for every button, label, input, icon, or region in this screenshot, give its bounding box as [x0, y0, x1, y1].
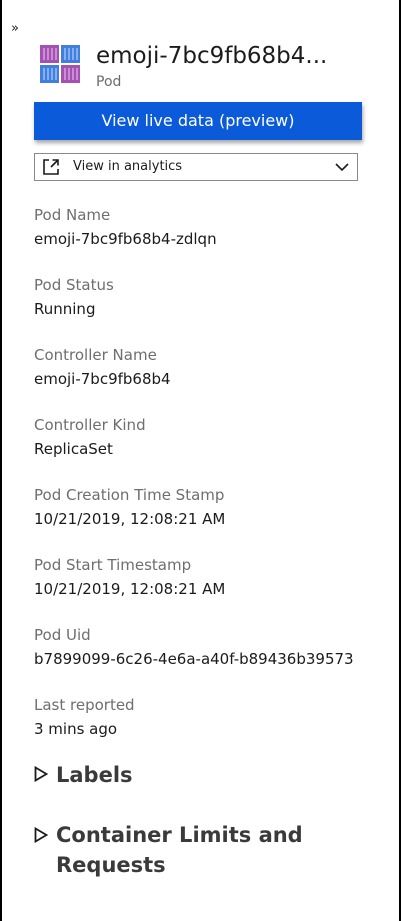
property-value: 3 mins ago — [34, 720, 118, 738]
view-live-data-button[interactable]: View live data (preview) — [34, 102, 362, 140]
property-value: emoji-7bc9fb68b4 — [34, 370, 171, 388]
container-limits-section-title: Container Limits and Requests — [56, 823, 303, 877]
property-label: Last reported — [34, 696, 135, 714]
collapse-panel-button[interactable]: » — [11, 22, 19, 35]
property-value: 10/21/2019, 12:08:21 AM — [34, 580, 226, 598]
property-value: 10/21/2019, 12:08:21 AM — [34, 510, 226, 528]
property-label: Pod Creation Time Stamp — [34, 486, 225, 504]
property-label: Controller Name — [34, 346, 157, 364]
property-label: Pod Status — [34, 276, 114, 294]
property-value: emoji-7bc9fb68b4-zdlqn — [34, 230, 217, 248]
expand-triangle-icon — [34, 827, 48, 843]
panel-title: emoji-7bc9fb68b4... — [96, 43, 328, 69]
details-panel: » emoji-7bc9fb68b4... Pod View live data… — [0, 0, 401, 921]
property-pod-uid: Pod Uid b7899099-6c26-4e6a-a40f-b89436b3… — [34, 626, 394, 696]
properties-list: Pod Name emoji-7bc9fb68b4-zdlqn Pod Stat… — [34, 206, 394, 766]
property-label: Pod Name — [34, 206, 111, 224]
property-value: ReplicaSet — [34, 440, 113, 458]
property-value: b7899099-6c26-4e6a-a40f-b89436b39573 — [34, 650, 354, 668]
expand-triangle-icon — [34, 766, 48, 782]
property-label: Pod Start Timestamp — [34, 556, 192, 574]
pod-icon — [40, 45, 80, 83]
property-pod-start-time: Pod Start Timestamp 10/21/2019, 12:08:21… — [34, 556, 394, 626]
external-link-icon — [43, 159, 59, 175]
property-pod-status: Pod Status Running — [34, 276, 394, 346]
property-pod-name: Pod Name emoji-7bc9fb68b4-zdlqn — [34, 206, 394, 276]
property-controller-name: Controller Name emoji-7bc9fb68b4 — [34, 346, 394, 416]
view-in-analytics-label: View in analytics — [73, 159, 183, 174]
panel-subtitle: Pod — [96, 74, 122, 90]
panel-header: emoji-7bc9fb68b4... Pod — [40, 40, 390, 90]
property-pod-creation-time: Pod Creation Time Stamp 10/21/2019, 12:0… — [34, 486, 394, 556]
view-in-analytics-dropdown[interactable]: View in analytics — [34, 153, 358, 181]
property-value: Running — [34, 300, 96, 318]
property-controller-kind: Controller Kind ReplicaSet — [34, 416, 394, 486]
property-label: Pod Uid — [34, 626, 91, 644]
property-label: Controller Kind — [34, 416, 146, 434]
property-last-reported: Last reported 3 mins ago — [34, 696, 394, 766]
labels-section-title: Labels — [56, 763, 133, 787]
chevron-down-icon — [335, 163, 349, 172]
container-limits-section-toggle[interactable]: Container Limits and Requests — [34, 820, 356, 880]
labels-section-toggle[interactable]: Labels — [34, 760, 133, 790]
